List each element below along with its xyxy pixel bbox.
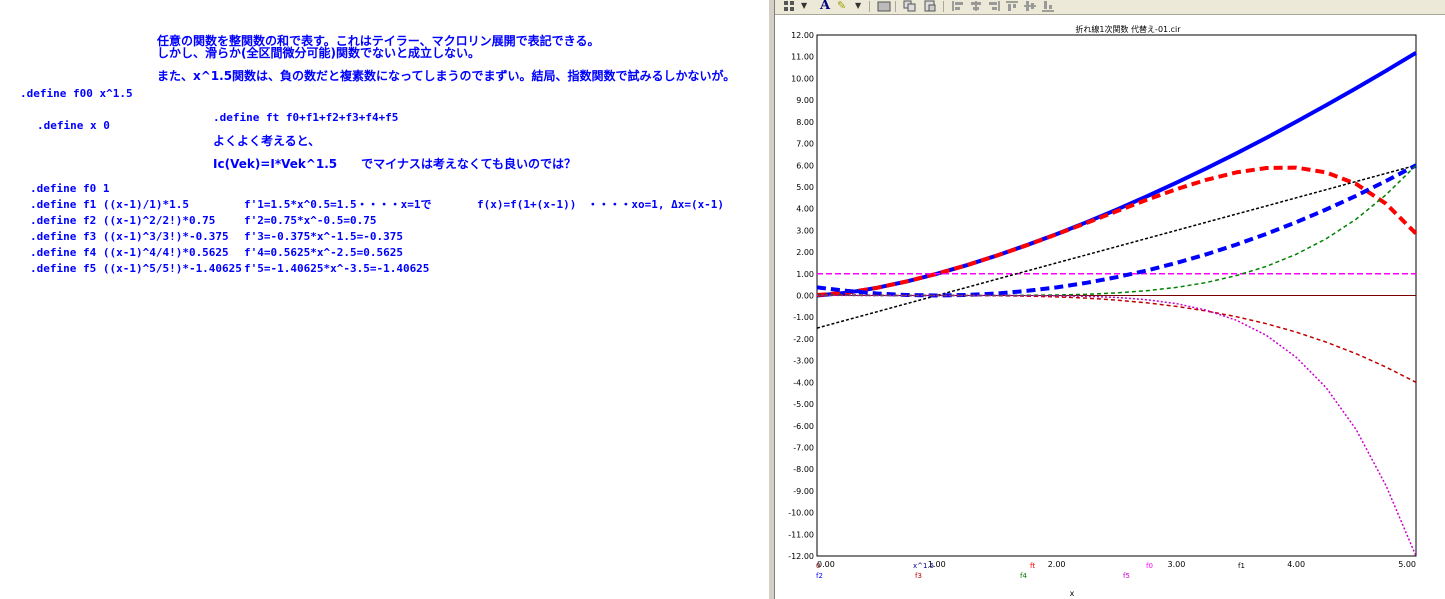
define-f1: .define f1 ((x-1)/1)*1.5 (30, 198, 189, 211)
chart-axes: 12.00 11.00 10.00 9.00 8.00 7.00 6.00 5.00 4.00 3… (788, 31, 1417, 569)
toolbar-divider (943, 1, 944, 12)
note-line-3: また、x^1.5関数は、負の数だと複素数になってしまうのでまずい。結局、指数関数… (157, 69, 736, 83)
x-tick-label: 2.00 (1048, 560, 1066, 569)
y-tick-label: 12.00 (791, 31, 814, 40)
pen-icon[interactable]: ✎ (837, 0, 846, 12)
chevron-down-icon[interactable]: ▼ (855, 0, 861, 12)
y-tick-label: -5.00 (793, 400, 814, 409)
derivative-5: f'5=-1.40625*x^-3.5=-1.40625 (244, 262, 430, 275)
legend-entry: f4 (1020, 572, 1027, 580)
align-middle-icon[interactable] (1023, 0, 1037, 12)
graph-toolbar: ▼ A ✎ ▼ (775, 0, 1445, 15)
align-right-icon[interactable] (987, 0, 1001, 12)
plot-window[interactable]: 折れ線1次関数 代替え-01.cir 12.00 11.00 10.00 9.00 8.… (775, 15, 1445, 599)
define-f3: .define f3 ((x-1)^3/3!)*-0.375 (30, 230, 229, 243)
y-tick-label: -3.00 (793, 357, 814, 366)
x-tick-label: 3.00 (1167, 560, 1185, 569)
y-tick-label: -8.00 (793, 465, 814, 474)
y-tick-label: -4.00 (793, 378, 814, 387)
font-button[interactable]: A (820, 0, 830, 12)
chart-svg: 折れ線1次関数 代替え-01.cir 12.00 11.00 10.00 9.00 8.… (788, 24, 1418, 598)
align-left-icon[interactable] (951, 0, 965, 12)
consider-text: よくよく考えると、 (213, 134, 321, 148)
y-tick-label: -2.00 (793, 335, 814, 344)
derivative-1: f'1=1.5*x^0.5=1.5・・・・x=1で (244, 198, 432, 211)
align-center-icon[interactable] (969, 0, 983, 12)
y-tick-label: 3.00 (796, 226, 814, 235)
y-tick-label: 11.00 (791, 53, 814, 62)
y-tick-label: 7.00 (796, 140, 814, 149)
y-tick-label: -6.00 (793, 422, 814, 431)
taylor-expansion: f(x)=f(1+(x-1)) ・・・・xo=1, Δx=(x-1) (477, 198, 725, 211)
y-tick-label: 10.00 (791, 74, 814, 83)
y-tick-label: 2.00 (796, 248, 814, 257)
y-tick-label: -12.00 (788, 552, 814, 561)
derivative-4: f'4=0.5625*x^-2.5=0.5625 (244, 246, 403, 259)
chart-title: 折れ線1次関数 代替え-01.cir (1075, 24, 1181, 34)
y-tick-label: -10.00 (788, 509, 814, 518)
define-ft: .define ft f0+f1+f2+f3+f4+f5 (213, 111, 399, 124)
note-line-2: しかし、滑らか(全区間微分可能)関数でないと成立しない。 (157, 46, 480, 60)
trace-icon[interactable] (877, 0, 891, 12)
x-tick-label: 4.00 (1287, 560, 1305, 569)
legend-entry: f0 (1146, 562, 1153, 570)
chevron-down-icon[interactable]: ▼ (801, 0, 807, 12)
define-f5: .define f5 ((x-1)^5/5!)*-1.40625 (30, 262, 242, 275)
define-f00: .define f00 x^1.5 (20, 87, 133, 100)
copy-icon[interactable] (903, 0, 917, 12)
legend-entry: ft (1030, 562, 1035, 570)
y-tick-label: 9.00 (796, 96, 814, 105)
y-tick-label: -11.00 (788, 530, 814, 539)
toolbar-divider (869, 1, 870, 12)
y-tick-label: 8.00 (796, 118, 814, 127)
define-x: .define x 0 (37, 119, 110, 132)
y-tick-label: 1.00 (796, 270, 814, 279)
y-tick-label: -7.00 (793, 443, 814, 452)
legend-entry: f2 (816, 572, 823, 580)
derivative-3: f'3=-0.375*x^-1.5=-0.375 (244, 230, 403, 243)
ic-formula: Ic(Vek)=I*Vek^1.5 でマイナスは考えなくても良いのでは？ (213, 157, 576, 171)
align-bottom-icon[interactable] (1041, 0, 1055, 12)
pane-splitter[interactable] (768, 0, 775, 599)
derivative-2: f'2=0.75*x^-0.5=0.75 (244, 214, 377, 227)
legend-entry: x^1.5 (913, 562, 934, 570)
x-tick-label: 5.00 (1398, 560, 1416, 569)
grid-layout-icon[interactable] (783, 0, 797, 12)
define-f0: .define f0 1 (30, 182, 110, 195)
paste-icon[interactable] (923, 0, 937, 12)
legend-entry: 0 (816, 562, 820, 570)
y-tick-label: 6.00 (796, 161, 814, 170)
y-tick-label: 0.00 (796, 292, 814, 301)
x-axis-label: x (1070, 589, 1075, 598)
y-tick-label: 5.00 (796, 183, 814, 192)
align-top-icon[interactable] (1005, 0, 1019, 12)
legend-entry: f5 (1123, 572, 1130, 580)
y-tick-label: -1.00 (793, 313, 814, 322)
notes-pane: 任意の関数を整関数の和で表す。これはテイラー、マクロリン展開で表記できる。 しか… (0, 0, 768, 599)
define-f4: .define f4 ((x-1)^4/4!)*0.5625 (30, 246, 229, 259)
legend-entry: f3 (915, 572, 922, 580)
legend-entry: f1 (1238, 562, 1245, 570)
define-f2: .define f2 ((x-1)^2/2!)*0.75 (30, 214, 216, 227)
y-tick-label: -9.00 (793, 487, 814, 496)
toolbar-divider (895, 1, 896, 12)
y-tick-label: 4.00 (796, 205, 814, 214)
